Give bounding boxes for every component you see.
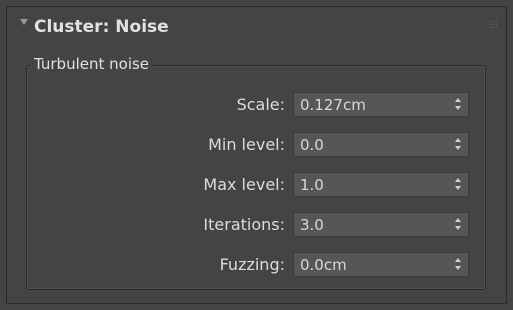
field-row-fuzzing: Fuzzing: 0.0cm xyxy=(0,252,513,277)
fuzzing-value[interactable]: 0.0cm xyxy=(300,256,347,274)
spinner-down-icon[interactable] xyxy=(455,226,461,230)
min-level-value[interactable]: 0.0 xyxy=(300,136,324,154)
spinner-up-icon[interactable] xyxy=(455,258,461,262)
spinner-arrows-icon[interactable] xyxy=(454,178,462,191)
spinner-arrows-icon[interactable] xyxy=(454,218,462,231)
rollout-header[interactable]: Cluster: Noise xyxy=(7,7,506,51)
scale-value[interactable]: 0.127cm xyxy=(300,96,366,114)
scale-spinner[interactable]: 0.127cm xyxy=(293,92,469,117)
min-level-spinner[interactable]: 0.0 xyxy=(293,132,469,157)
field-row-iterations: Iterations: 3.0 xyxy=(0,212,513,237)
spinner-up-icon[interactable] xyxy=(455,178,461,182)
max-level-spinner[interactable]: 1.0 xyxy=(293,172,469,197)
spinner-up-icon[interactable] xyxy=(455,138,461,142)
spinner-arrows-icon[interactable] xyxy=(454,258,462,271)
spinner-up-icon[interactable] xyxy=(455,218,461,222)
drag-grip-icon[interactable] xyxy=(489,20,497,28)
collapse-triangle-icon[interactable] xyxy=(20,19,28,25)
fuzzing-spinner[interactable]: 0.0cm xyxy=(293,252,469,277)
field-row-max-level: Max level: 1.0 xyxy=(0,172,513,197)
max-level-label: Max level: xyxy=(203,175,285,194)
spinner-arrows-icon[interactable] xyxy=(454,98,462,111)
rollout-title: Cluster: Noise xyxy=(34,17,169,37)
scale-label: Scale: xyxy=(236,95,285,114)
iterations-spinner[interactable]: 3.0 xyxy=(293,212,469,237)
min-level-label: Min level: xyxy=(208,135,285,154)
spinner-down-icon[interactable] xyxy=(455,186,461,190)
group-title: Turbulent noise xyxy=(31,55,153,73)
spinner-down-icon[interactable] xyxy=(455,266,461,270)
field-row-scale: Scale: 0.127cm xyxy=(0,92,513,117)
spinner-down-icon[interactable] xyxy=(455,146,461,150)
iterations-value[interactable]: 3.0 xyxy=(300,216,324,234)
field-row-min-level: Min level: 0.0 xyxy=(0,132,513,157)
iterations-label: Iterations: xyxy=(203,215,285,234)
spinner-down-icon[interactable] xyxy=(455,106,461,110)
spinner-arrows-icon[interactable] xyxy=(454,138,462,151)
spinner-up-icon[interactable] xyxy=(455,98,461,102)
fuzzing-label: Fuzzing: xyxy=(219,255,285,274)
max-level-value[interactable]: 1.0 xyxy=(300,176,324,194)
